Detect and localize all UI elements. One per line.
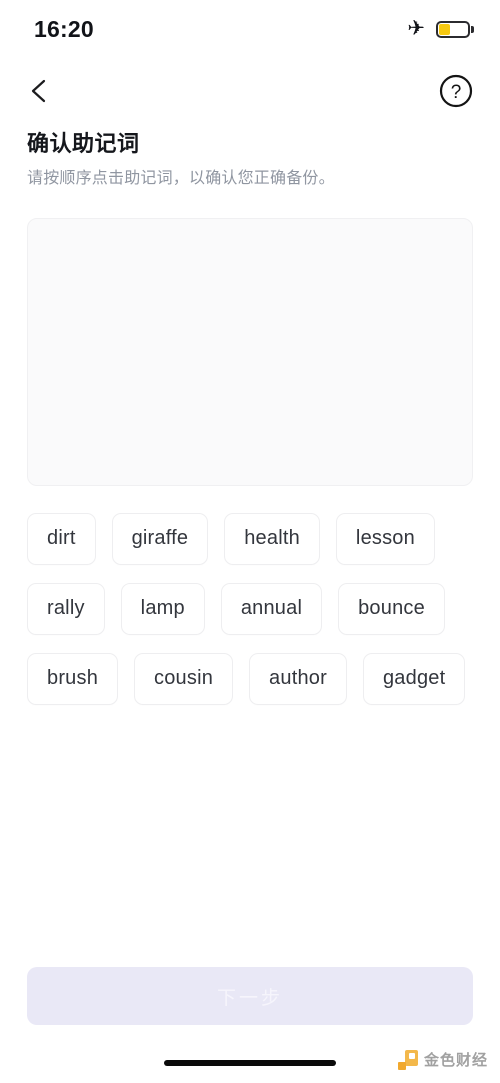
word-chip[interactable]: bounce — [338, 582, 445, 635]
watermark-text: 金色财经 — [423, 1052, 488, 1069]
word-bank: dirt giraffe health lesson rally lamp annual bo… — [0, 486, 500, 705]
app-screen: 16:20 ✈ ? 确认助记词 请按顺序点击助记词，以确认您正确备份。 dirt… — [0, 0, 500, 1083]
footer: 下一步 — [0, 967, 500, 1025]
word-chip[interactable]: giraffe — [111, 512, 209, 565]
airplane-mode-icon: ✈ — [407, 16, 425, 40]
word-chip[interactable]: lesson — [335, 512, 435, 565]
page-title: 确认助记词 — [27, 131, 140, 156]
word-chip[interactable]: rally — [27, 582, 105, 635]
word-chip[interactable]: brush — [27, 652, 119, 705]
svg-text:?: ? — [451, 82, 462, 103]
word-chip[interactable]: health — [224, 512, 320, 565]
navigation-bar: ? — [0, 58, 500, 124]
chevron-left-icon — [31, 79, 46, 103]
status-bar: 16:20 ✈ — [0, 0, 500, 58]
help-circle-icon: ? — [439, 74, 473, 108]
help-button[interactable]: ? — [438, 73, 474, 109]
word-chip[interactable]: author — [249, 652, 347, 705]
word-chip[interactable]: lamp — [120, 582, 205, 635]
home-indicator — [164, 1060, 336, 1066]
status-bar-indicators: ✈ — [407, 16, 474, 40]
word-chip[interactable]: dirt — [27, 512, 96, 565]
watermark-logo-icon — [397, 1049, 418, 1070]
next-button[interactable]: 下一步 — [27, 967, 473, 1025]
word-chip[interactable]: gadget — [362, 652, 466, 705]
watermark: 金色财经 — [397, 1049, 488, 1070]
header-block: 确认助记词 请按顺序点击助记词，以确认您正确备份。 — [0, 124, 500, 190]
word-chip[interactable]: annual — [220, 582, 323, 635]
page-subtitle: 请按顺序点击助记词，以确认您正确备份。 — [27, 169, 335, 187]
selected-words-panel[interactable] — [27, 217, 473, 486]
battery-icon — [436, 20, 474, 38]
word-chip[interactable]: cousin — [134, 652, 234, 705]
status-bar-clock: 16:20 — [34, 15, 94, 42]
back-button[interactable] — [22, 74, 56, 108]
